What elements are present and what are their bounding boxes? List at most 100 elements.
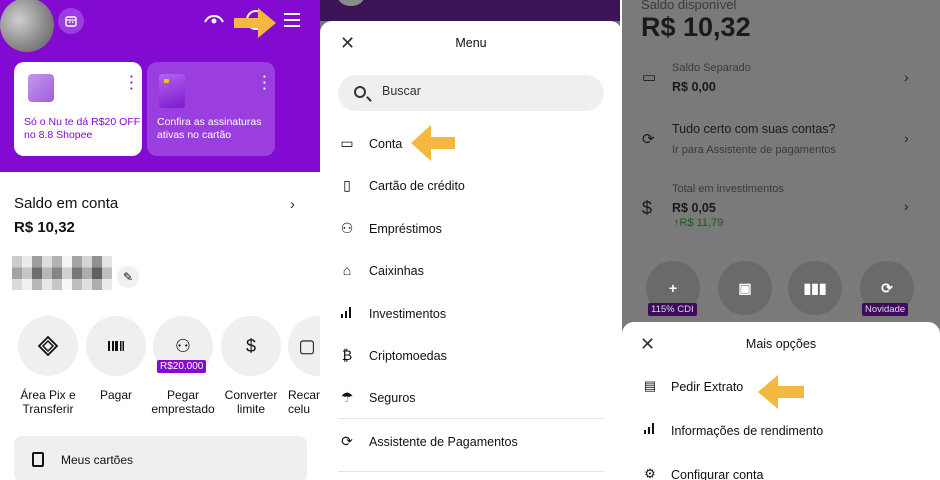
menu-screen: ✕ Menu ▭ Conta ▯ Cartão de crédito ⚇ Emp… (320, 0, 622, 480)
option-label: Pedir Extrato (671, 380, 744, 394)
chevron-right-icon[interactable]: › (904, 69, 909, 85)
barcode-icon (108, 341, 124, 351)
deposit-icon: ▣ (738, 279, 752, 296)
menu-item-label: Assistente de Pagamentos (369, 435, 518, 449)
separated-value: R$ 0,00 (672, 80, 716, 94)
home-header: · · · Só o Nu te dá R$20 OFF no 8.8 Shopee… (0, 0, 320, 172)
chevron-right-icon[interactable]: › (904, 130, 909, 146)
menu-item-investimentos[interactable]: Investimentos (338, 299, 604, 329)
option-label: Informações de rendimento (671, 424, 824, 438)
account-icon: ▭ (340, 135, 354, 151)
menu-item-label: Cartão de crédito (369, 179, 465, 193)
search-bar[interactable] (338, 75, 604, 111)
menu-item-label: Investimentos (369, 307, 447, 321)
menu-item-seguros[interactable]: ☂ Seguros (338, 383, 604, 413)
payments-assistant-icon: ⟳ (341, 433, 353, 449)
invest-label: Total em investimentos (672, 183, 784, 195)
card-icon (159, 74, 185, 108)
dollar-icon: $ (245, 335, 256, 356)
pencil-icon[interactable]: ✎ (117, 266, 139, 288)
pix-icon (38, 336, 58, 356)
arrow-annotation-icon (411, 125, 455, 161)
menu-item-label: Conta (369, 137, 403, 151)
arrow-annotation-icon (234, 8, 276, 38)
divider (338, 471, 604, 472)
invest-value: R$ 0,05 (672, 201, 716, 215)
chevron-right-icon[interactable]: › (290, 196, 295, 213)
action-recharge[interactable]: ▢ (288, 316, 320, 376)
dimmed-header (320, 0, 622, 21)
history-icon: ⟳ (881, 279, 893, 296)
promo-card-shopee[interactable]: · · · Só o Nu te dá R$20 OFF no 8.8 Shopee (14, 62, 142, 156)
document-icon: ▤ (643, 378, 657, 393)
menu-item-emprestimos[interactable]: ⚇ Empréstimos (338, 214, 604, 244)
menu-item-cartao[interactable]: ▯ Cartão de crédito (338, 171, 604, 201)
menu-item-label: Seguros (369, 391, 416, 405)
available-label: Saldo disponível (641, 0, 737, 12)
action-convert[interactable]: $ (221, 316, 281, 376)
promo-card-subscriptions[interactable]: · · · Confira as assinaturas ativas no car… (147, 62, 275, 156)
menu-item-cripto[interactable]: ₿ Criptomoedas (338, 341, 604, 371)
option-configurar[interactable]: ⚙ Configurar conta (642, 462, 922, 480)
menu-title: Menu (455, 36, 487, 50)
menu-item-label: Empréstimos (369, 222, 442, 236)
barcode-icon: ▮▮▮ (803, 279, 827, 296)
cdi-badge: 115% CDI (648, 303, 697, 316)
more-options-sheet: ✕ Mais opções ▤ Pedir Extrato Informaçõe… (622, 322, 940, 480)
available-value: R$ 10,32 (641, 12, 751, 42)
action-pay[interactable] (86, 316, 146, 376)
accounts-title[interactable]: Tudo certo com suas contas? (672, 122, 836, 136)
action-deposit[interactable]: ▣ (718, 261, 772, 315)
action-pay[interactable]: ▮▮▮ (788, 261, 842, 315)
blurred-content (12, 256, 112, 290)
menu-item-label: Criptomoedas (369, 349, 447, 363)
bitcoin-icon: ₿ (341, 347, 353, 363)
loan-badge: R$20.000 (157, 360, 207, 373)
savings-box-icon: ⌂ (342, 262, 352, 278)
dollar-icon: $ (642, 198, 653, 218)
loan-icon: ⚇ (174, 335, 192, 356)
plus-icon: + (668, 280, 678, 296)
option-label: Configurar conta (671, 468, 764, 480)
more-options-icon[interactable]: · · · (130, 70, 134, 95)
account-screen: Saldo disponível R$ 10,32 ▭ Saldo Separa… (622, 0, 940, 480)
divider (338, 418, 604, 419)
menu-button[interactable] (284, 13, 300, 31)
accounts-subtitle: Ir para Assistente de pagamentos (672, 144, 836, 156)
shopping-bag-icon (28, 74, 54, 102)
invest-gain: ↑R$ 11,79 (674, 217, 724, 229)
loan-icon: ⚇ (340, 220, 354, 236)
credit-card-icon: ▯ (343, 177, 351, 193)
menu-item-label: Caixinhas (369, 264, 424, 278)
home-screen: · · · Só o Nu te dá R$20 OFF no 8.8 Shopee… (0, 0, 320, 480)
menu-item-assistente[interactable]: ⟳ Assistente de Pagamentos (338, 427, 604, 457)
balance-value: R$ 10,32 (14, 219, 75, 236)
action-pix[interactable] (18, 316, 78, 376)
calendar-button[interactable] (58, 8, 84, 34)
umbrella-icon: ☂ (340, 389, 354, 405)
menu-item-caixinhas[interactable]: ⌂ Caixinhas (338, 256, 604, 286)
balance-title[interactable]: Saldo em conta (14, 195, 118, 212)
menu-item-conta[interactable]: ▭ Conta (338, 129, 604, 159)
menu-sheet: ✕ Menu ▭ Conta ▯ Cartão de crédito ⚇ Emp… (320, 21, 622, 480)
eye-icon[interactable] (204, 12, 224, 26)
bar-signal-icon (642, 422, 658, 437)
calendar-icon (65, 16, 77, 27)
more-options-icon[interactable]: · · · (263, 70, 267, 95)
search-input[interactable] (382, 84, 582, 98)
action-label: Recarga celu (288, 388, 320, 416)
my-cards-label: Meus cartões (61, 453, 134, 467)
chevron-right-icon[interactable]: › (904, 198, 909, 214)
phone-icon: ▢ (298, 335, 316, 356)
wallet-icon: ▭ (642, 69, 657, 86)
my-cards-button[interactable]: Meus cartões (14, 436, 307, 480)
separated-label: Saldo Separado (672, 62, 751, 74)
option-rendimento[interactable]: Informações de rendimento (642, 418, 922, 446)
card-icon (32, 452, 44, 467)
search-icon (354, 86, 366, 98)
arrow-annotation-icon (758, 375, 804, 409)
avatar[interactable] (0, 0, 54, 52)
payments-assistant-icon: ⟳ (642, 131, 655, 148)
promo-text: Confira as assinaturas ativas no cartão (157, 116, 262, 141)
new-badge: Novidade (862, 303, 909, 316)
